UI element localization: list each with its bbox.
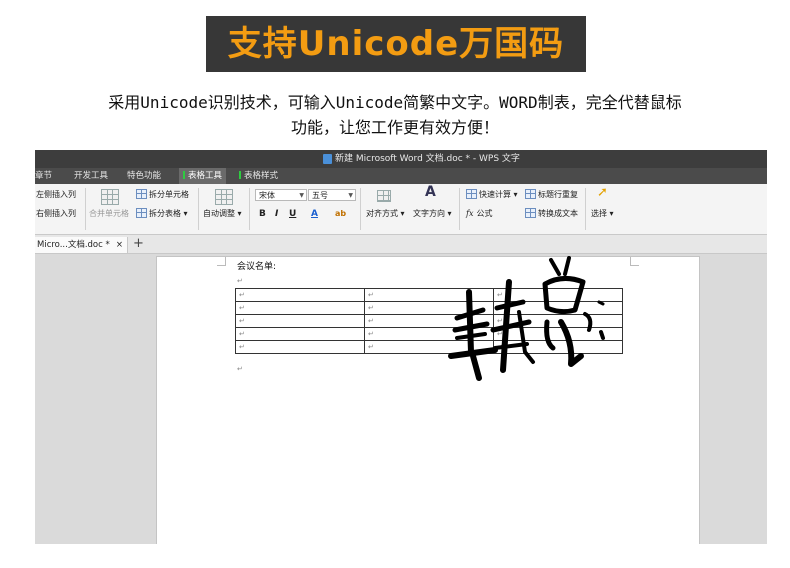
document-tab[interactable]: Micro...文档.doc * × [35,237,128,253]
alignment-label: 对齐方式 [366,209,398,218]
feature-banner: 支持Unicode万国码 [206,16,586,72]
ribbon-separator [198,188,199,230]
formula-button[interactable]: fx 公式 [466,208,492,220]
table-cell[interactable]: ↵ [235,314,365,328]
repeat-header-label: 标题行重复 [538,190,578,199]
table-cell[interactable]: ↵ [235,340,365,354]
split-cells-button[interactable]: 拆分单元格 [136,189,189,201]
merge-cells-icon [101,189,119,205]
tab-indicator [239,171,241,179]
repeat-header-button[interactable]: 标题行重复 [525,189,578,201]
menu-table-tools-label: 表格工具 [188,171,223,181]
insert-column-left-button[interactable]: 左侧插入列 [36,189,76,201]
table-cell[interactable]: ↵ [235,301,365,315]
ribbon-separator [249,188,250,230]
split-table-icon [136,208,147,218]
italic-button[interactable]: I [275,208,278,220]
feature-description: 采用Unicode识别技术，可输入Unicode简繁中文字。WORD制表，完全代… [40,90,750,140]
autofit-icon [215,189,233,205]
convert-to-text-label: 转换成文本 [538,209,578,218]
close-icon[interactable]: × [116,237,123,253]
chevron-down-icon: ▼ [299,192,304,199]
text-direction-label: 文字方向 [413,209,445,218]
font-color-button[interactable]: A [311,208,318,220]
paragraph-mark: ↵ [237,365,243,373]
menu-table-tools[interactable]: 表格工具 [179,168,227,184]
font-size-value: 五号 [312,191,328,200]
chevron-down-icon: ▼ [348,192,353,199]
menu-developer-tools[interactable]: 开发工具 [74,168,108,184]
ribbon-separator [360,188,361,230]
ribbon-separator [85,188,86,230]
align-icon [377,190,391,202]
autofit-label: 自动调整 [203,209,235,218]
document-workspace[interactable]: 会议名单: ↵ ↵ ↵ ↵ ↵ ↵ ↵ ↵ ↵ ↵ ↵ ↵ ↵ ↵ ↵ ↵ ↵ [35,254,767,544]
select-button[interactable]: 选择 ▾ [591,208,614,220]
calculator-icon [466,189,477,199]
title-bar: 新建 Microsoft Word 文档.doc * - WPS 文字 [35,150,767,168]
split-cells-icon [136,189,147,199]
description-line-1: 采用Unicode识别技术，可输入Unicode简繁中文字。WORD制表，完全代… [108,93,682,112]
font-family-value: 宋体 [259,191,275,200]
menu-table-style-label: 表格样式 [244,171,279,181]
ribbon-separator [459,188,460,230]
cursor-select-icon: ➚ [597,185,608,200]
insert-column-right-button[interactable]: 右侧插入列 [36,208,76,220]
select-label: 选择 [591,209,607,218]
split-table-label: 拆分表格 [149,209,181,218]
convert-text-icon [525,208,536,218]
text-direction-button[interactable]: 文字方向 ▾ [413,208,452,220]
quick-calc-label: 快速计算 [479,190,511,199]
formula-label: 公式 [476,209,493,218]
underline-button[interactable]: U [289,208,296,220]
description-line-2: 功能，让您工作更有效方便！ [290,118,499,137]
font-size-select[interactable]: 五号 ▼ [308,189,356,201]
wps-window: 新建 Microsoft Word 文档.doc * - WPS 文字 章节 开… [35,150,767,544]
text-direction-icon: A [425,184,436,200]
paragraph-mark: ↵ [237,277,243,285]
split-table-button[interactable]: 拆分表格 ▾ [136,208,188,220]
alignment-button[interactable]: 对齐方式 ▾ [366,208,405,220]
highlight-button[interactable]: ab [335,208,346,220]
document-tab-bar: Micro...文档.doc * × + [35,235,767,254]
menu-special-features[interactable]: 特色功能 [127,168,161,184]
ribbon: 左侧插入列 右侧插入列 合并单元格 拆分单元格 拆分表格 ▾ 自动调整 ▾ 宋体… [35,184,767,235]
handwritten-signature [448,256,605,381]
window-title: 新建 Microsoft Word 文档.doc * - WPS 文字 [335,154,520,164]
ribbon-separator [585,188,586,230]
repeat-header-icon [525,189,536,199]
document-icon [323,154,332,164]
document-tab-label: Micro...文档.doc * [37,240,110,250]
formula-icon: fx [466,209,474,218]
autofit-button[interactable]: 自动调整 ▾ [203,208,242,220]
bold-button[interactable]: B [259,208,266,220]
doc-heading[interactable]: 会议名单: [237,261,276,273]
menu-table-style[interactable]: 表格样式 [239,168,278,184]
split-cells-label: 拆分单元格 [149,190,189,199]
quick-calc-button[interactable]: 快速计算 ▾ [466,189,518,201]
margin-corner [217,257,226,266]
new-tab-button[interactable]: + [133,236,144,252]
table-cell[interactable]: ↵ [235,288,365,302]
table-cell[interactable]: ↵ [235,327,365,341]
font-family-select[interactable]: 宋体 ▼ [255,189,307,201]
convert-to-text-button[interactable]: 转换成文本 [525,208,578,220]
menu-bar: 章节 开发工具 特色功能 表格工具 表格样式 [35,168,767,184]
menu-chapter[interactable]: 章节 [35,168,52,184]
merge-cells-button[interactable]: 合并单元格 [89,208,129,220]
active-indicator [183,171,185,179]
